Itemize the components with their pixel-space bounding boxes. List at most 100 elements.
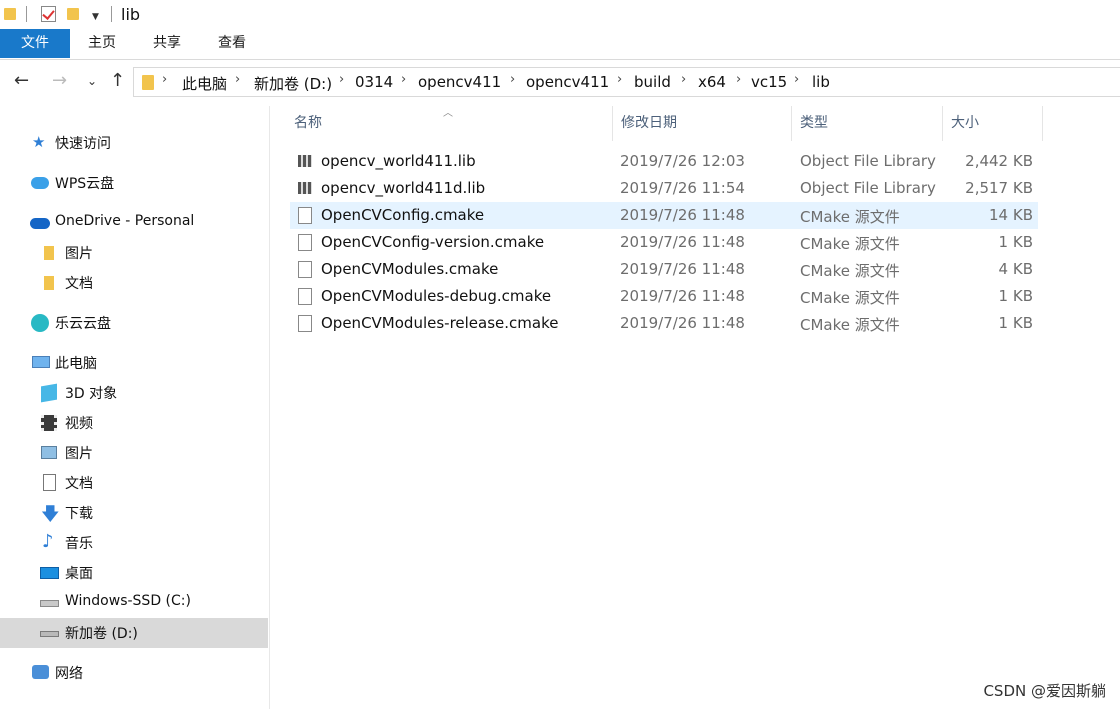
- file-date: 2019/7/26 11:48: [620, 206, 745, 224]
- column-header-type[interactable]: 类型: [792, 106, 943, 141]
- computer-icon: [32, 356, 50, 368]
- sidebar-item-leyun-cloud[interactable]: 乐云云盘: [0, 308, 268, 338]
- column-header-name[interactable]: 名称: [286, 106, 613, 141]
- sidebar-item-label: 新加卷 (D:): [65, 626, 138, 642]
- file-row[interactable]: OpenCVModules-release.cmake 2019/7/26 11…: [290, 310, 1038, 337]
- folder-icon[interactable]: [4, 8, 16, 20]
- file-type: CMake 源文件: [800, 316, 900, 334]
- sidebar-item-documents-onedrive[interactable]: 文档: [0, 268, 268, 298]
- file-row[interactable]: OpenCVModules.cmake 2019/7/26 11:48 CMak…: [290, 256, 1038, 283]
- file-row[interactable]: OpenCVConfig-version.cmake 2019/7/26 11:…: [290, 229, 1038, 256]
- crumb-this-pc[interactable]: 此电脑: [182, 73, 227, 94]
- tab-share[interactable]: 共享: [145, 29, 189, 58]
- library-file-icon: [298, 155, 312, 167]
- sidebar-item-music[interactable]: ♪ 音乐: [0, 528, 268, 558]
- chevron-right-icon[interactable]: ›: [617, 72, 622, 87]
- music-icon: ♪: [42, 531, 54, 552]
- tab-view[interactable]: 查看: [210, 29, 254, 58]
- sidebar-item-label: 下载: [65, 506, 93, 522]
- sidebar-item-onedrive[interactable]: OneDrive - Personal: [0, 208, 268, 238]
- sidebar-item-label: 图片: [65, 246, 93, 262]
- chevron-right-icon[interactable]: ›: [401, 72, 406, 87]
- file-row[interactable]: OpenCVConfig.cmake 2019/7/26 11:48 CMake…: [290, 202, 1038, 229]
- file-row[interactable]: opencv_world411.lib 2019/7/26 12:03 Obje…: [290, 148, 1038, 175]
- column-header-date[interactable]: 修改日期: [613, 106, 792, 141]
- sidebar-item-3d-objects[interactable]: 3D 对象: [0, 378, 268, 408]
- new-folder-icon[interactable]: [67, 8, 79, 20]
- navigation-bar: ← → ⌄ ↑ › 此电脑 › 新加卷 (D:) › 0314 › opencv…: [0, 60, 1120, 106]
- up-arrow-icon[interactable]: ↑: [110, 70, 125, 91]
- back-arrow-icon[interactable]: ←: [14, 70, 29, 91]
- crumb-0314[interactable]: 0314: [355, 73, 393, 91]
- navigation-pane: ★ 快速访问 WPS云盘 OneDrive - Personal 图片 文档 乐…: [0, 106, 270, 709]
- crumb-x64[interactable]: x64: [698, 73, 726, 91]
- sidebar-item-videos[interactable]: 视频: [0, 408, 268, 438]
- chevron-right-icon[interactable]: ›: [794, 72, 799, 87]
- sidebar-item-label: 网络: [55, 666, 83, 682]
- sidebar-item-network[interactable]: 网络: [0, 658, 268, 688]
- crumb-drive-d[interactable]: 新加卷 (D:): [254, 73, 332, 94]
- crumb-opencv411[interactable]: opencv411: [418, 73, 501, 91]
- chevron-down-icon[interactable]: ▼: [92, 12, 99, 22]
- chevron-right-icon[interactable]: ›: [736, 72, 741, 87]
- sidebar-item-wps-cloud[interactable]: WPS云盘: [0, 168, 268, 198]
- sidebar-item-desktop[interactable]: 桌面: [0, 558, 268, 588]
- forward-arrow-icon[interactable]: →: [52, 70, 67, 91]
- file-size: 2,442 KB: [965, 152, 1033, 170]
- film-icon: [41, 415, 57, 431]
- chevron-right-icon[interactable]: ›: [681, 72, 686, 87]
- sidebar-item-label: OneDrive - Personal: [55, 213, 195, 229]
- sidebar-item-pictures-onedrive[interactable]: 图片: [0, 238, 268, 268]
- properties-icon[interactable]: [41, 6, 56, 22]
- column-header-size[interactable]: 大小: [943, 106, 1043, 141]
- address-bar[interactable]: › 此电脑 › 新加卷 (D:) › 0314 › opencv411 › op…: [133, 67, 1120, 97]
- sidebar-item-label: 快速访问: [55, 136, 111, 152]
- ribbon: 文件 主页 共享 查看: [0, 29, 1120, 60]
- file-type: CMake 源文件: [800, 289, 900, 307]
- sidebar-item-documents[interactable]: 文档: [0, 468, 268, 498]
- sidebar-item-drive-c[interactable]: Windows-SSD (C:): [0, 588, 268, 618]
- file-date: 2019/7/26 11:48: [620, 260, 745, 278]
- file-name: opencv_world411d.lib: [321, 179, 486, 197]
- file-date: 2019/7/26 11:48: [620, 314, 745, 332]
- file-name: OpenCVModules-release.cmake: [321, 314, 559, 332]
- watermark: CSDN @爱因斯躺: [983, 682, 1106, 700]
- sidebar-item-label: 视频: [65, 416, 93, 432]
- chevron-right-icon[interactable]: ›: [235, 72, 240, 87]
- file-date: 2019/7/26 11:54: [620, 179, 745, 197]
- chevron-right-icon[interactable]: ›: [162, 72, 167, 87]
- file-date: 2019/7/26 11:48: [620, 287, 745, 305]
- sidebar-item-pictures[interactable]: 图片: [0, 438, 268, 468]
- sidebar-item-drive-d[interactable]: 新加卷 (D:): [0, 618, 268, 648]
- crumb-opencv411-inner[interactable]: opencv411: [526, 73, 609, 91]
- file-date: 2019/7/26 12:03: [620, 152, 745, 170]
- sidebar-item-downloads[interactable]: 🡇 下载: [0, 498, 268, 528]
- cloud-icon: [31, 314, 49, 332]
- file-name: OpenCVConfig.cmake: [321, 206, 485, 224]
- document-icon: [298, 234, 312, 251]
- sidebar-item-label: 文档: [65, 476, 93, 492]
- tab-home[interactable]: 主页: [80, 29, 124, 58]
- sidebar-item-this-pc[interactable]: 此电脑: [0, 348, 268, 378]
- file-size: 1 KB: [998, 314, 1033, 332]
- onedrive-icon: [30, 218, 50, 229]
- cloud-icon: [31, 177, 49, 189]
- sidebar-item-quick-access[interactable]: ★ 快速访问: [0, 128, 268, 158]
- crumb-vc15[interactable]: vc15: [751, 73, 787, 91]
- chevron-right-icon[interactable]: ›: [510, 72, 515, 87]
- drive-icon: [40, 600, 59, 607]
- crumb-build[interactable]: build: [634, 73, 671, 91]
- sidebar-item-label: WPS云盘: [55, 176, 115, 192]
- file-row[interactable]: OpenCVModules-debug.cmake 2019/7/26 11:4…: [290, 283, 1038, 310]
- file-size: 2,517 KB: [965, 179, 1033, 197]
- crumb-lib[interactable]: lib: [812, 73, 830, 91]
- document-icon: [298, 207, 312, 224]
- network-icon: [32, 665, 49, 679]
- window-title: lib: [121, 5, 141, 24]
- file-size: 4 KB: [998, 260, 1033, 278]
- recent-locations-chevron-icon[interactable]: ⌄: [87, 74, 97, 88]
- file-name: OpenCVModules-debug.cmake: [321, 287, 552, 305]
- file-row[interactable]: opencv_world411d.lib 2019/7/26 11:54 Obj…: [290, 175, 1038, 202]
- chevron-right-icon[interactable]: ›: [339, 72, 344, 87]
- tab-file[interactable]: 文件: [0, 29, 70, 58]
